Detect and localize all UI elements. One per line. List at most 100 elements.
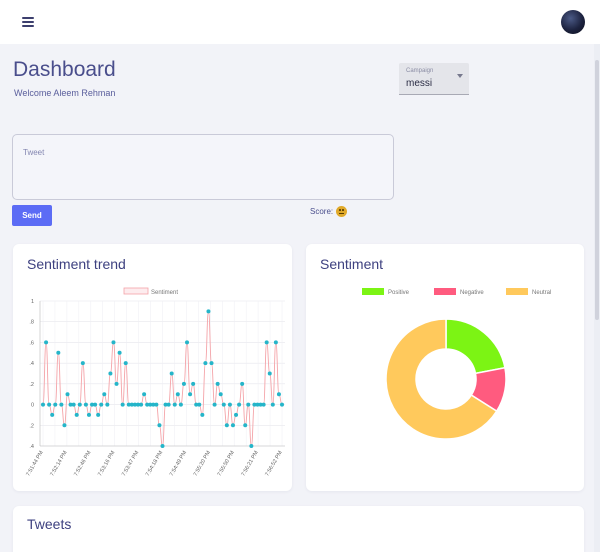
data-point bbox=[246, 402, 251, 407]
data-point bbox=[142, 392, 147, 397]
data-point bbox=[181, 381, 186, 386]
top-bar bbox=[0, 0, 600, 44]
tweet-placeholder: Tweet bbox=[23, 148, 45, 157]
data-point bbox=[47, 402, 52, 407]
data-point bbox=[237, 402, 242, 407]
sentiment-trend-chart: Sentiment1.8.6.4.20.2.47:51:44 PM 7:52:14… bbox=[25, 287, 285, 478]
data-point bbox=[62, 423, 67, 428]
data-point bbox=[200, 412, 205, 417]
data-point bbox=[96, 412, 101, 417]
data-point bbox=[249, 444, 254, 448]
data-point bbox=[221, 402, 226, 407]
y-tick-label: .8 bbox=[29, 320, 34, 326]
donut-slice-positive bbox=[445, 318, 506, 375]
data-point bbox=[178, 402, 183, 407]
data-point bbox=[203, 361, 208, 366]
data-point bbox=[191, 381, 196, 386]
y-tick-label: 0 bbox=[31, 403, 34, 409]
x-tick-label: 7:51:44 PM bbox=[25, 450, 44, 478]
x-tick-label: 7:53:16 PM bbox=[97, 450, 116, 478]
campaign-value: messi bbox=[406, 78, 433, 89]
data-point bbox=[234, 412, 239, 417]
legend-label-positive: Positive bbox=[388, 290, 410, 296]
data-point bbox=[160, 444, 165, 448]
data-point bbox=[56, 350, 61, 355]
data-point bbox=[172, 402, 177, 407]
data-point bbox=[215, 381, 220, 386]
welcome-text: Welcome Aleem Rehman bbox=[14, 88, 116, 98]
data-point bbox=[93, 402, 98, 407]
tweets-title: Tweets bbox=[27, 516, 72, 532]
data-point bbox=[77, 402, 82, 407]
score-display: Score: bbox=[310, 206, 348, 217]
data-point bbox=[212, 402, 217, 407]
data-point bbox=[218, 392, 223, 397]
data-point bbox=[270, 402, 275, 407]
hamburger-icon[interactable] bbox=[22, 17, 34, 27]
x-tick-label: 7:55:50 PM bbox=[217, 450, 236, 478]
legend-swatch-negative bbox=[434, 288, 456, 295]
user-avatar[interactable] bbox=[561, 10, 585, 34]
data-point bbox=[83, 402, 88, 407]
data-point bbox=[273, 340, 278, 345]
data-point bbox=[114, 381, 119, 386]
x-tick-label: 7:55:20 PM bbox=[193, 450, 212, 478]
sentiment-donut-chart: Positive Negative Neutral bbox=[362, 288, 551, 440]
data-point bbox=[50, 412, 55, 417]
tweet-input[interactable]: Tweet bbox=[12, 134, 394, 200]
data-point bbox=[264, 340, 269, 345]
campaign-select[interactable]: Campaign messi bbox=[399, 63, 469, 95]
data-point bbox=[99, 402, 104, 407]
data-point bbox=[65, 392, 70, 397]
data-point bbox=[224, 423, 229, 428]
data-point bbox=[206, 309, 211, 314]
data-point bbox=[209, 361, 214, 366]
x-tick-label: 7:53:47 PM bbox=[121, 450, 140, 478]
data-point bbox=[243, 423, 248, 428]
data-point bbox=[74, 412, 79, 417]
data-point bbox=[175, 392, 180, 397]
legend-swatch-sentiment bbox=[123, 287, 149, 295]
data-point bbox=[111, 340, 116, 345]
campaign-label: Campaign bbox=[406, 68, 434, 74]
legend-label-neutral: Neutral bbox=[532, 290, 551, 296]
send-button[interactable]: Send bbox=[12, 205, 52, 226]
sentiment-trend-card: Sentiment trend Sentiment 1.8.6.4.2 0.2.4 7… bbox=[13, 244, 292, 491]
x-tick-label: 7:52:46 PM bbox=[73, 450, 92, 478]
data-point bbox=[280, 402, 284, 407]
data-point bbox=[59, 402, 64, 407]
page-scrollbar-thumb[interactable] bbox=[595, 60, 599, 320]
data-point bbox=[105, 402, 110, 407]
data-point bbox=[154, 402, 159, 407]
data-point bbox=[169, 371, 174, 376]
tweets-card: Tweets bbox=[13, 506, 584, 552]
x-tick-label: 7:56:21 PM bbox=[241, 450, 260, 478]
data-point bbox=[227, 402, 232, 407]
y-tick-label: 1 bbox=[31, 299, 34, 305]
data-point bbox=[197, 402, 202, 407]
data-point bbox=[261, 402, 266, 407]
data-point bbox=[120, 402, 125, 407]
data-point bbox=[108, 371, 113, 376]
data-point bbox=[230, 423, 235, 428]
x-tick-label: 7:54:49 PM bbox=[169, 450, 188, 478]
legend-swatch-neutral bbox=[506, 288, 528, 295]
data-point bbox=[240, 381, 245, 386]
y-tick-label: .2 bbox=[29, 423, 34, 429]
data-point bbox=[53, 402, 58, 407]
chevron-down-icon bbox=[457, 74, 463, 78]
y-tick-label: .4 bbox=[29, 444, 34, 450]
legend-swatch-positive bbox=[362, 288, 384, 295]
data-point bbox=[166, 402, 171, 407]
y-tick-label: .4 bbox=[29, 361, 34, 367]
data-point bbox=[44, 340, 49, 345]
data-point bbox=[41, 402, 45, 407]
neutral-face-icon bbox=[336, 206, 348, 217]
y-tick-label: .6 bbox=[29, 340, 34, 346]
data-point bbox=[71, 402, 76, 407]
data-point bbox=[267, 371, 272, 376]
data-point bbox=[80, 361, 85, 366]
page-title: Dashboard bbox=[13, 58, 116, 81]
data-point bbox=[139, 402, 144, 407]
score-label: Score: bbox=[310, 207, 334, 216]
